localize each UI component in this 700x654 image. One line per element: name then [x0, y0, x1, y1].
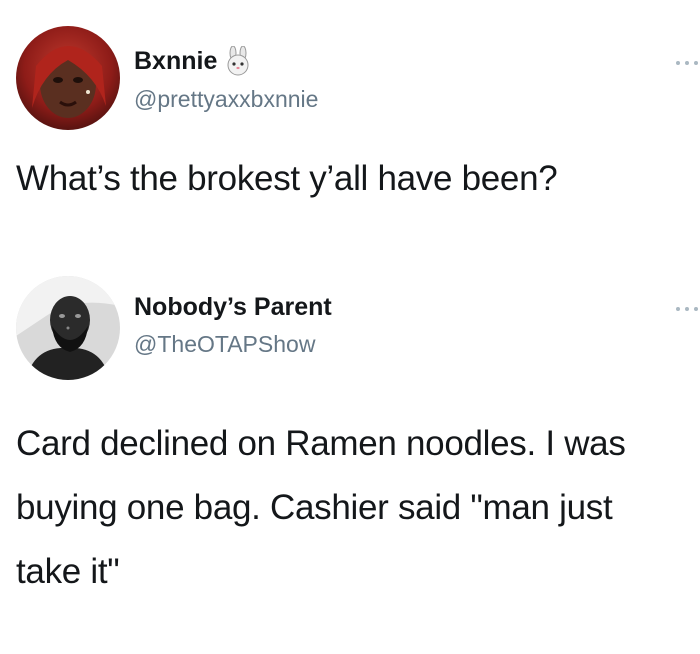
name-row: Nobody’s Parent	[134, 293, 332, 322]
display-name[interactable]: Bxnnie	[134, 47, 217, 76]
display-name[interactable]: Nobody’s Parent	[134, 293, 332, 322]
handle[interactable]: @TheOTAPShow	[134, 331, 315, 358]
tweet-text: What’s the brokest y’all have been?	[16, 159, 558, 198]
avatar-nobodys-parent[interactable]	[16, 276, 120, 380]
more-dots-icon[interactable]	[674, 55, 700, 65]
avatar-bxnnie[interactable]	[16, 26, 120, 130]
handle[interactable]: @prettyaxxbxnnie	[134, 86, 318, 113]
tweet-2[interactable]: Nobody’s Parent @TheOTAPShow Card declin…	[0, 265, 700, 654]
name-row: Bxnnie	[134, 45, 253, 76]
more-dots-icon[interactable]	[674, 301, 700, 311]
bunny-emoji-icon	[223, 45, 253, 76]
tweet-text: Card declined on Ramen noodles. I was bu…	[16, 424, 626, 591]
tweet-1[interactable]: Bxnnie @prettyaxxbxnnie What’s the broke…	[0, 0, 700, 250]
